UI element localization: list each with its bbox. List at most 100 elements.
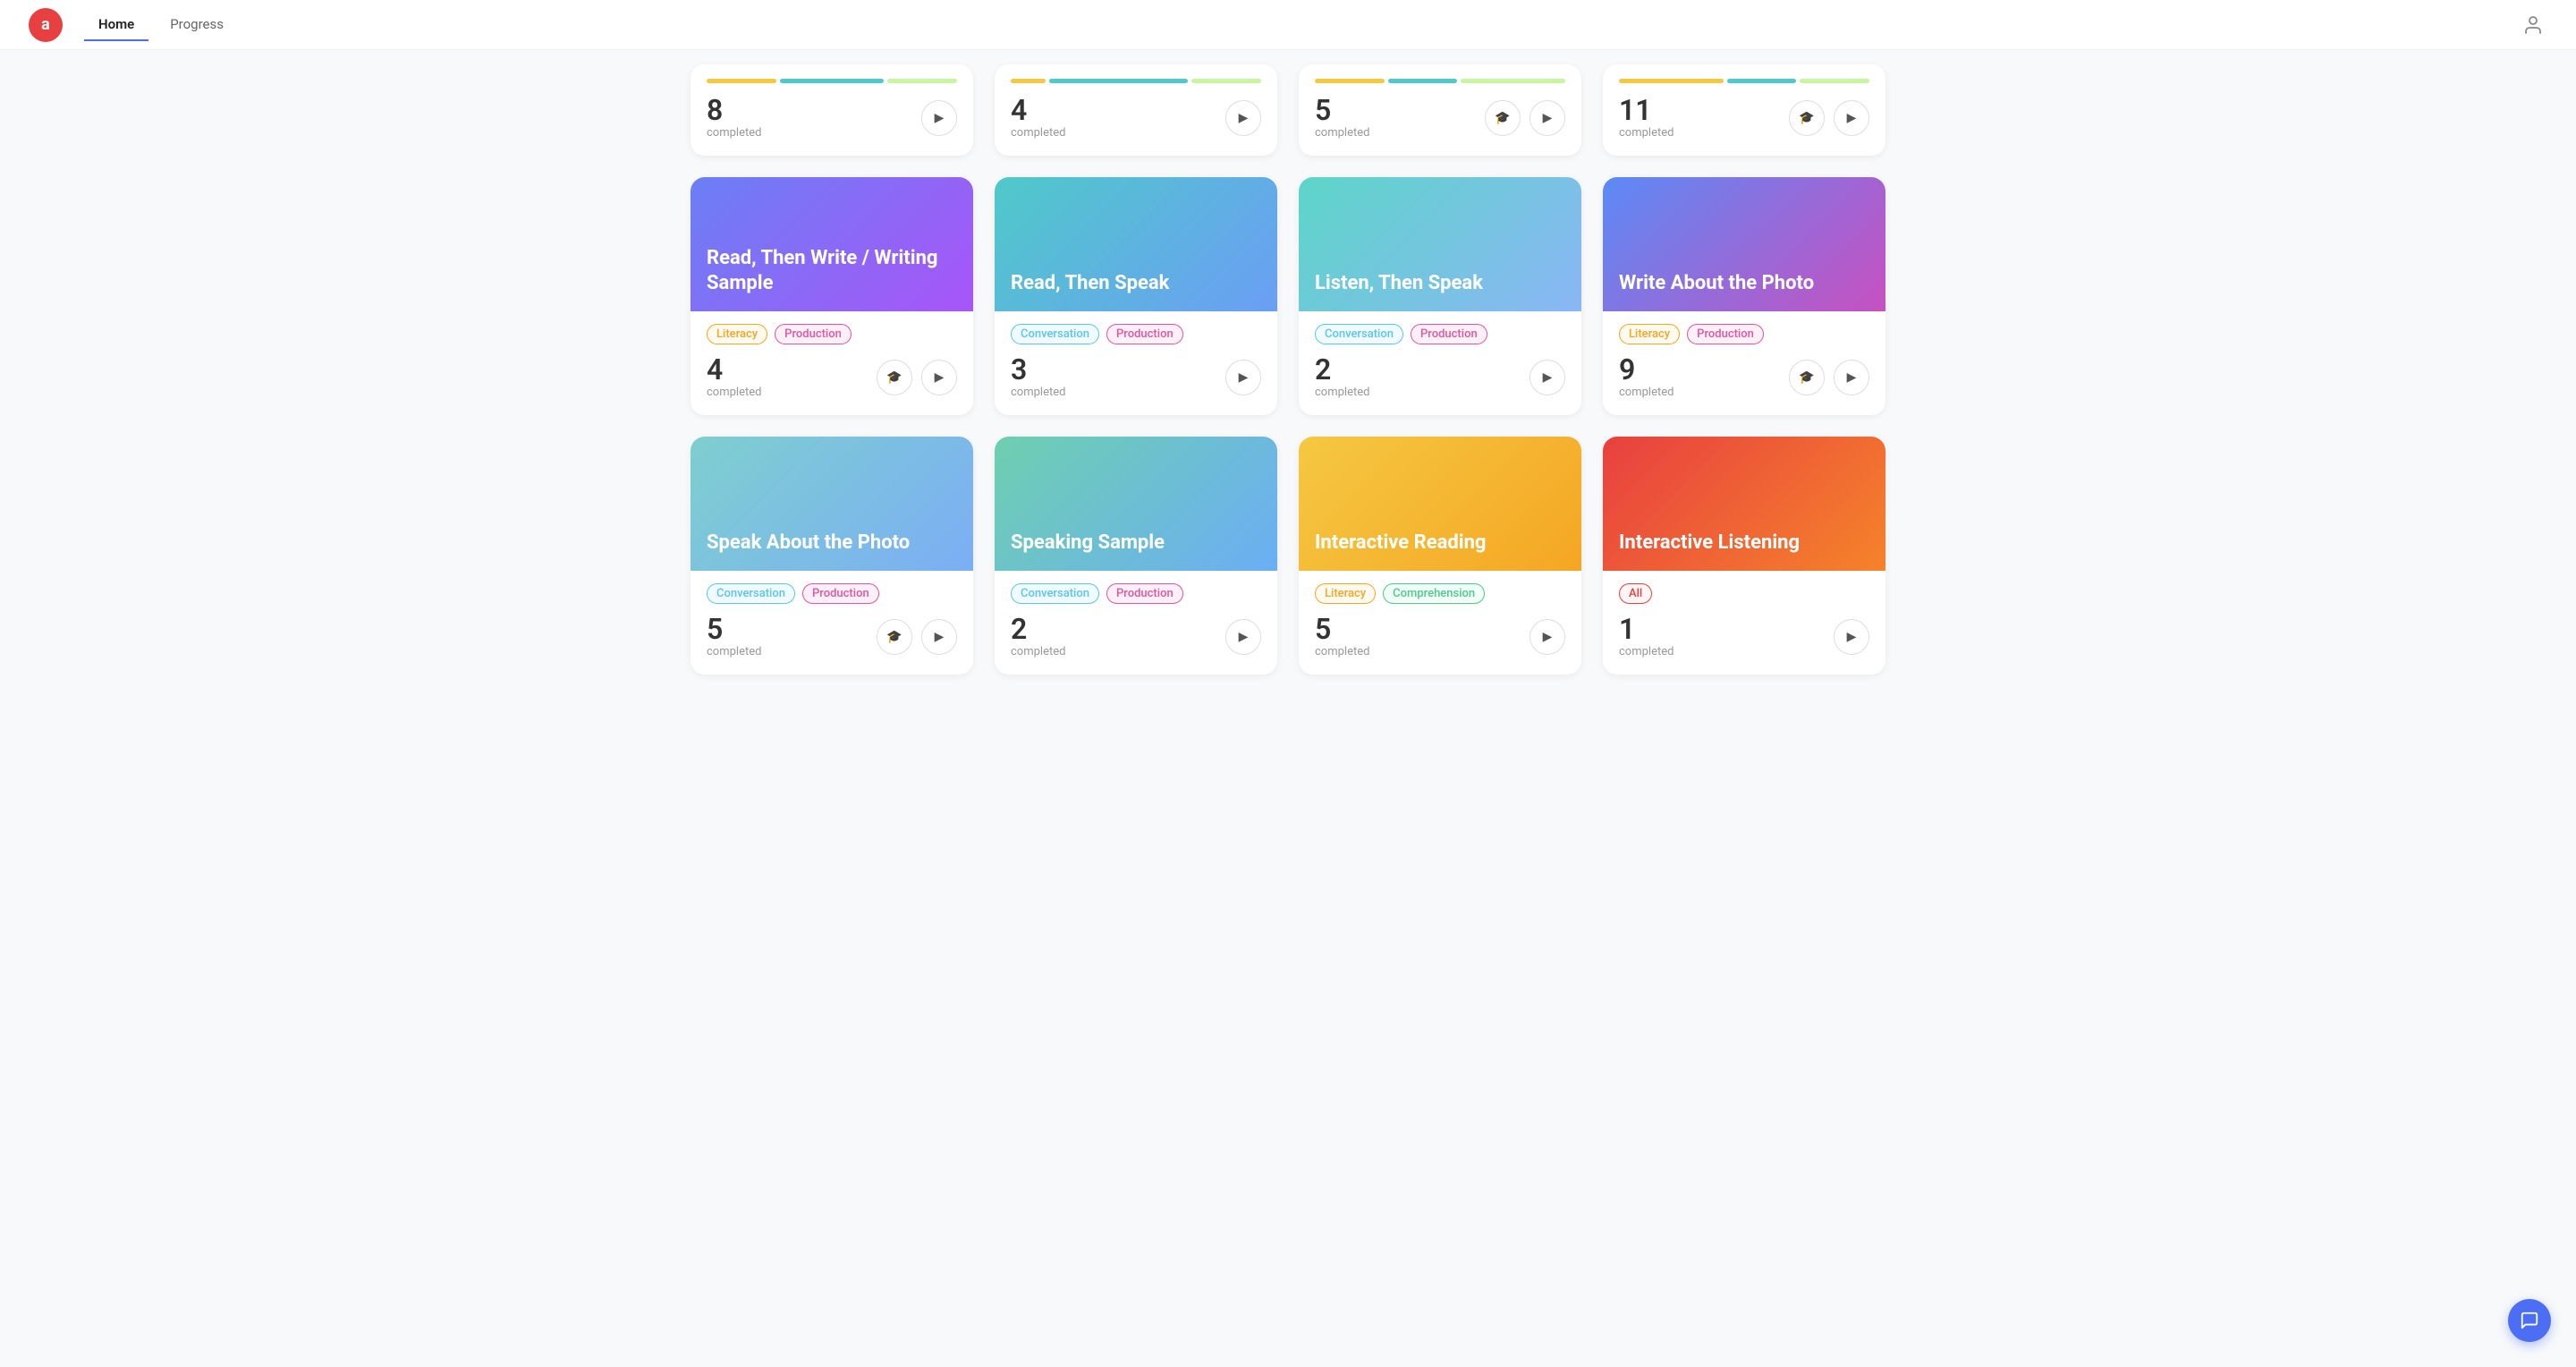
play-button[interactable]: ▶ (1834, 619, 1869, 655)
hat-button[interactable]: 🎓 (1485, 100, 1521, 136)
play-button[interactable]: ▶ (921, 360, 957, 395)
completed-count: 11 (1619, 96, 1778, 124)
card-interactive-listening: Interactive Listening All 1 completed ▶ (1603, 437, 1885, 675)
stat-text: 9 completed (1619, 355, 1778, 399)
hat-button[interactable]: 🎓 (877, 360, 912, 395)
cards-grid: Read, Then Write / Writing Sample Litera… (691, 177, 1885, 675)
bar-seg (1388, 79, 1458, 83)
completed-count: 1 (1619, 615, 1823, 643)
play-button[interactable]: ▶ (1530, 360, 1565, 395)
card-title: Read, Then Write / Writing Sample (707, 246, 957, 295)
chat-button[interactable] (2508, 1299, 2551, 1342)
completed-label: completed (1315, 386, 1519, 399)
bar-seg (887, 79, 957, 83)
tag-production: Production (802, 583, 879, 604)
card-stats: 2 completed ▶ (1315, 355, 1565, 399)
completed-count: 9 (1619, 355, 1778, 384)
completed-label: completed (1315, 645, 1519, 658)
card-header: Read, Then Speak (995, 177, 1277, 311)
tag-production: Production (1411, 324, 1487, 344)
hat-button[interactable]: 🎓 (877, 619, 912, 655)
card-header: Write About the Photo (1603, 177, 1885, 311)
stat-text: 3 completed (1011, 355, 1215, 399)
play-button[interactable]: ▶ (1225, 360, 1261, 395)
card-body: Literacy Comprehension 5 completed ▶ (1299, 571, 1581, 675)
card-stats: 5 completed ▶ (1315, 615, 1565, 658)
play-button[interactable]: ▶ (1530, 100, 1565, 136)
completed-label: completed (1619, 645, 1823, 658)
nav-home[interactable]: Home (84, 9, 148, 41)
action-buttons: ▶ (1225, 100, 1261, 136)
bar-seg (1619, 79, 1724, 83)
play-button[interactable]: ▶ (1834, 360, 1869, 395)
tag-literacy: Literacy (1619, 324, 1680, 344)
top-card-3: 5 completed 🎓 ▶ (1299, 64, 1581, 156)
top-card-3-bar (1315, 79, 1565, 83)
action-buttons: ▶ (1225, 619, 1261, 655)
card-tags: Conversation Production (1011, 583, 1261, 604)
tag-production: Production (1687, 324, 1764, 344)
tag-all: All (1619, 583, 1652, 604)
logo[interactable]: a (29, 8, 63, 42)
card-stats: 3 completed ▶ (1011, 355, 1261, 399)
card-stats: 1 completed ▶ (1619, 615, 1869, 658)
card-title: Write About the Photo (1619, 271, 1814, 296)
card-tags: Conversation Production (1315, 324, 1565, 344)
completed-label: completed (707, 126, 911, 140)
card-title: Listen, Then Speak (1315, 271, 1483, 296)
card-body: All 1 completed ▶ (1603, 571, 1885, 675)
stat-text: 11 completed (1619, 96, 1778, 140)
stat-text: 5 completed (1315, 615, 1519, 658)
top-card-4: 11 completed 🎓 ▶ (1603, 64, 1885, 156)
hat-button[interactable]: 🎓 (1789, 100, 1825, 136)
play-button[interactable]: ▶ (1225, 100, 1261, 136)
top-card-1-bar (707, 79, 957, 83)
play-button[interactable]: ▶ (1530, 619, 1565, 655)
card-title: Speaking Sample (1011, 531, 1165, 556)
completed-label: completed (1011, 645, 1215, 658)
card-body: Literacy Production 4 completed 🎓 ▶ (691, 311, 973, 415)
card-speak-about-photo: Speak About the Photo Conversation Produ… (691, 437, 973, 675)
card-stats: 5 completed 🎓 ▶ (1315, 96, 1565, 140)
card-listen-then-speak: Listen, Then Speak Conversation Producti… (1299, 177, 1581, 415)
action-buttons: ▶ (1530, 360, 1565, 395)
card-title: Speak About the Photo (707, 531, 910, 556)
card-interactive-reading: Interactive Reading Literacy Comprehensi… (1299, 437, 1581, 675)
tag-conversation: Conversation (707, 583, 795, 604)
action-buttons: ▶ (1530, 619, 1565, 655)
top-card-1: 8 completed ▶ (691, 64, 973, 156)
tag-comprehension: Comprehension (1383, 583, 1485, 604)
card-title: Interactive Listening (1619, 531, 1800, 556)
main-nav: Home Progress (84, 9, 2519, 41)
play-button[interactable]: ▶ (1834, 100, 1869, 136)
completed-label: completed (1011, 386, 1215, 399)
completed-count: 5 (1315, 96, 1474, 124)
card-tags: Literacy Comprehension (1315, 583, 1565, 604)
hat-button[interactable]: 🎓 (1789, 360, 1825, 395)
action-buttons: 🎓 ▶ (1485, 100, 1565, 136)
stat-text: 4 completed (1011, 96, 1215, 140)
completed-label: completed (707, 645, 866, 658)
user-icon[interactable] (2519, 11, 2547, 39)
completed-count: 2 (1315, 355, 1519, 384)
action-buttons: 🎓 ▶ (877, 619, 957, 655)
play-button[interactable]: ▶ (1225, 619, 1261, 655)
card-read-then-speak: Read, Then Speak Conversation Production… (995, 177, 1277, 415)
card-tags: Conversation Production (707, 583, 957, 604)
card-tags: Literacy Production (1619, 324, 1869, 344)
play-button[interactable]: ▶ (921, 100, 957, 136)
tag-conversation: Conversation (1011, 583, 1099, 604)
action-buttons: ▶ (1225, 360, 1261, 395)
bar-seg (1727, 79, 1797, 83)
completed-count: 5 (707, 615, 866, 643)
completed-label: completed (1619, 126, 1778, 140)
nav-progress[interactable]: Progress (156, 9, 238, 41)
card-header: Interactive Reading (1299, 437, 1581, 571)
stat-text: 1 completed (1619, 615, 1823, 658)
stat-text: 2 completed (1315, 355, 1519, 399)
play-button[interactable]: ▶ (921, 619, 957, 655)
stat-text: 8 completed (707, 96, 911, 140)
card-read-then-write: Read, Then Write / Writing Sample Litera… (691, 177, 973, 415)
stat-text: 5 completed (707, 615, 866, 658)
completed-label: completed (1315, 126, 1474, 140)
